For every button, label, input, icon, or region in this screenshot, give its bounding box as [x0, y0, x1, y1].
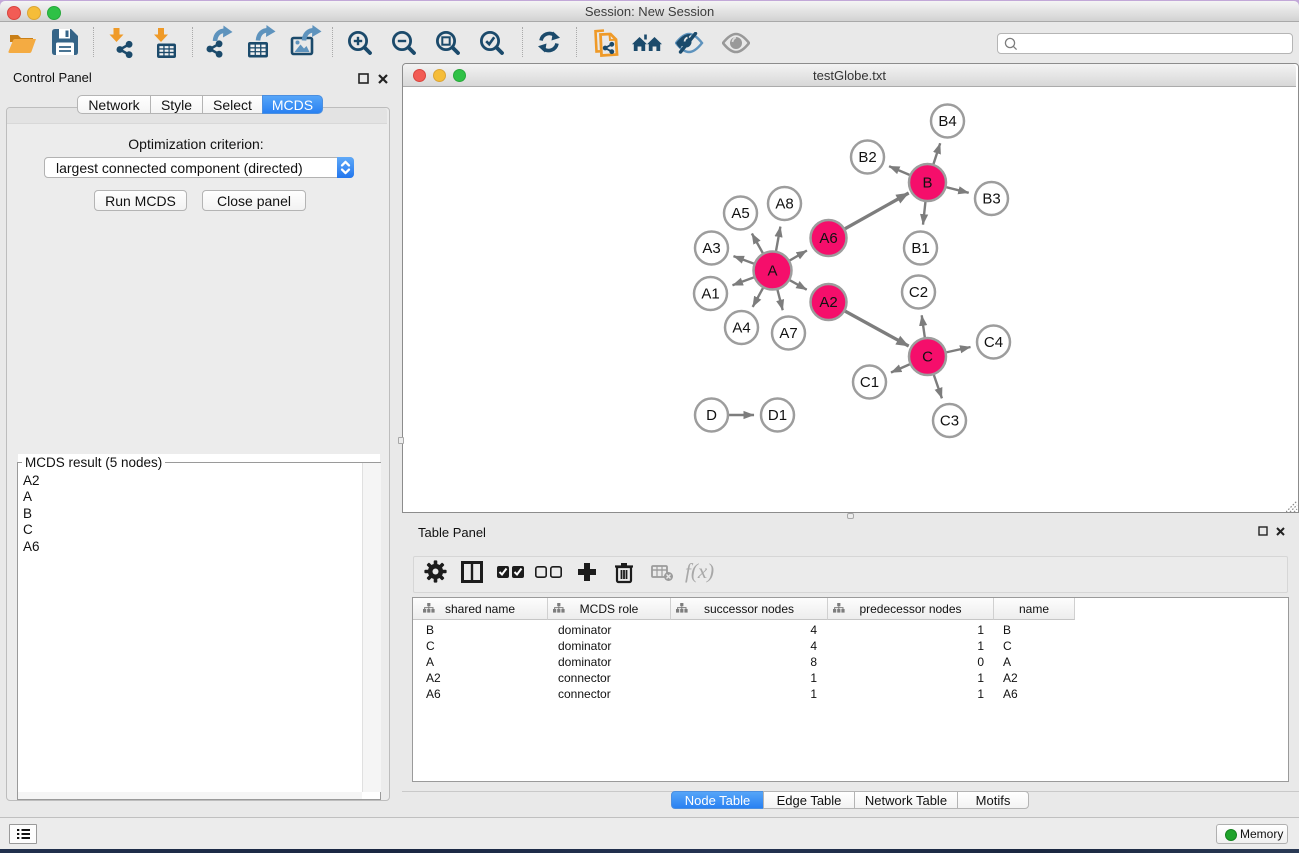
svg-text:C: C	[922, 349, 933, 366]
svg-text:A2: A2	[819, 294, 837, 311]
svg-text:D: D	[706, 407, 717, 424]
svg-text:C1: C1	[860, 374, 879, 391]
svg-text:A: A	[767, 263, 777, 280]
svg-text:A6: A6	[819, 230, 837, 247]
svg-text:B4: B4	[938, 113, 956, 130]
svg-text:A5: A5	[731, 205, 749, 222]
svg-text:B: B	[922, 175, 932, 192]
svg-text:C4: C4	[984, 334, 1003, 351]
svg-text:C2: C2	[909, 284, 928, 301]
svg-text:A4: A4	[732, 320, 750, 337]
svg-text:B2: B2	[858, 149, 876, 166]
svg-text:D1: D1	[768, 407, 787, 424]
svg-text:B1: B1	[911, 240, 929, 257]
svg-text:C3: C3	[940, 413, 959, 430]
svg-text:A8: A8	[775, 196, 793, 213]
svg-text:A3: A3	[702, 240, 720, 257]
svg-text:A1: A1	[701, 286, 719, 303]
svg-text:A7: A7	[779, 325, 797, 342]
svg-text:B3: B3	[982, 191, 1000, 208]
